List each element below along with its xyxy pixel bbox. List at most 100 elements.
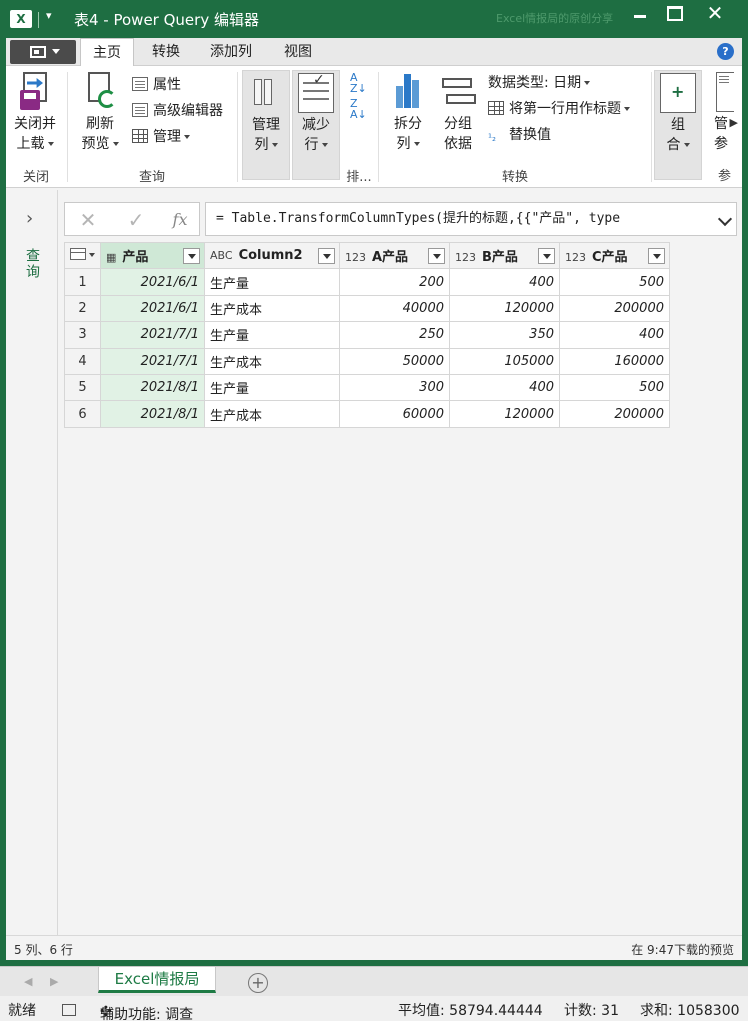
close-window-button[interactable]: ✕ [690, 0, 740, 26]
tab-view[interactable]: 视图 [272, 38, 324, 66]
sheet-next-icon[interactable]: ▶ [50, 975, 58, 988]
maximize-button[interactable] [654, 0, 694, 26]
table-row[interactable]: 3 2021/7/1 生产量 250 350 400 [64, 321, 670, 349]
table-row[interactable]: 2 2021/6/1 生产成本 40000 120000 200000 [64, 294, 670, 323]
table-cell[interactable]: 60000 [339, 400, 450, 428]
advanced-editor-button[interactable]: 高级编辑器 [132, 100, 223, 122]
properties-button[interactable]: 属性 [132, 74, 181, 96]
column-header-product[interactable]: ▦ 产品 [100, 241, 205, 270]
table-cell[interactable]: 400 [449, 268, 560, 296]
table-cell[interactable]: 120000 [449, 294, 560, 323]
file-menu-button[interactable] [10, 40, 76, 64]
combine-button[interactable]: 组 合 [654, 70, 702, 180]
quick-access-dropdown-icon[interactable]: ▾ [46, 9, 52, 22]
filter-dropdown-icon[interactable] [538, 248, 555, 264]
row-number[interactable]: 4 [64, 347, 101, 375]
table-cell[interactable]: 生产量 [204, 268, 340, 296]
table-cell[interactable]: 120000 [449, 400, 560, 428]
chevron-right-icon[interactable]: › [26, 208, 33, 229]
ribbon-scroll-right-icon[interactable]: ▶ [730, 116, 738, 129]
fx-icon[interactable]: fx [165, 207, 195, 233]
number-type-icon[interactable]: 123 [345, 251, 366, 264]
filter-dropdown-icon[interactable] [318, 248, 335, 264]
table-cell[interactable]: 40000 [339, 294, 450, 323]
table-cell[interactable]: 2021/7/1 [100, 347, 205, 375]
group-by-button[interactable]: 分组 依据 [436, 72, 480, 154]
table-cell[interactable]: 200000 [559, 400, 670, 428]
row-number[interactable]: 6 [64, 400, 101, 428]
table-cell[interactable]: 500 [559, 268, 670, 296]
tab-home[interactable]: 主页 [80, 38, 134, 67]
date-type-icon[interactable]: ▦ [106, 251, 116, 264]
row-number[interactable]: 3 [64, 321, 101, 349]
commit-icon[interactable]: ✓ [121, 207, 151, 233]
help-icon[interactable]: ? [717, 43, 734, 60]
reduce-rows-button[interactable]: 减少 行 [292, 70, 340, 180]
cancel-icon[interactable]: ✕ [73, 207, 103, 233]
data-type-dropdown[interactable]: 数据类型: 日期 [488, 72, 591, 94]
formula-input[interactable]: = Table.TransformColumnTypes(提升的标题,{{"产品… [205, 202, 737, 236]
table-cell[interactable]: 生产量 [204, 321, 340, 349]
tab-add-column[interactable]: 添加列 [198, 38, 264, 66]
manage-columns-label-2: 列 [254, 137, 269, 153]
split-column-button[interactable]: 拆分 列 [386, 72, 430, 154]
number-type-icon[interactable]: 123 [455, 251, 476, 264]
manage-columns-button[interactable]: 管理 列 [242, 70, 290, 180]
group-transform-label: 转换 [501, 170, 528, 185]
table-cell[interactable]: 50000 [339, 347, 450, 375]
sheet-tab[interactable]: Excel情报局 [98, 967, 216, 993]
table-cell[interactable]: 400 [449, 373, 560, 402]
table-cell[interactable]: 350 [449, 321, 560, 349]
table-row[interactable]: 4 2021/7/1 生产成本 50000 105000 160000 [64, 347, 670, 375]
table-cell[interactable]: 2021/6/1 [100, 294, 205, 323]
queries-pane-label[interactable]: 查询 [22, 248, 42, 280]
row-number[interactable]: 2 [64, 294, 101, 323]
table-row[interactable]: 5 2021/8/1 生产量 300 400 500 [64, 373, 670, 402]
sheet-prev-icon[interactable]: ◀ [24, 975, 32, 988]
number-type-icon[interactable]: 123 [565, 251, 586, 264]
table-cell[interactable]: 400 [559, 321, 670, 349]
filter-dropdown-icon[interactable] [648, 248, 665, 264]
column-header-column2[interactable]: ABC Column2 [204, 241, 340, 270]
table-cell[interactable]: 生产成本 [204, 294, 340, 323]
column-header-a-product[interactable]: 123 A产品 [339, 241, 450, 270]
close-and-load-button[interactable]: 关闭并 上载 [8, 72, 62, 154]
table-corner-menu[interactable] [64, 241, 101, 270]
text-type-icon[interactable]: ABC [210, 249, 233, 262]
table-cell[interactable]: 生产成本 [204, 400, 340, 428]
table-row[interactable]: 6 2021/8/1 生产成本 60000 120000 200000 [64, 400, 670, 428]
excel-app-icon[interactable]: X [10, 10, 32, 28]
table-cell[interactable]: 250 [339, 321, 450, 349]
close-and-load-icon [17, 72, 53, 112]
table-cell[interactable]: 160000 [559, 347, 670, 375]
table-cell[interactable]: 2021/8/1 [100, 400, 205, 428]
use-first-row-header-button[interactable]: 将第一行用作标题 [488, 98, 630, 120]
refresh-preview-button[interactable]: 刷新 预览 [72, 72, 128, 154]
table-cell[interactable]: 2021/6/1 [100, 268, 205, 296]
manage-query-button[interactable]: 管理 [132, 126, 190, 148]
table-row[interactable]: 1 2021/6/1 生产量 200 400 500 [64, 268, 670, 296]
table-cell[interactable]: 2021/8/1 [100, 373, 205, 402]
table-cell[interactable]: 生产量 [204, 373, 340, 402]
column-header-c-product[interactable]: 123 C产品 [559, 241, 670, 270]
manage-parameters-button[interactable]: 管 参 [708, 72, 734, 154]
table-cell[interactable]: 200 [339, 268, 450, 296]
table-cell[interactable]: 2021/7/1 [100, 321, 205, 349]
filter-dropdown-icon[interactable] [428, 248, 445, 264]
table-cell[interactable]: 105000 [449, 347, 560, 375]
sort-ascending-icon[interactable]: A Z↓ [350, 72, 367, 94]
sort-descending-icon[interactable]: Z A↓ [350, 98, 367, 120]
filter-dropdown-icon[interactable] [183, 248, 200, 264]
column-header-b-product[interactable]: 123 B产品 [449, 241, 560, 270]
add-sheet-button[interactable]: + [248, 973, 268, 993]
split-column-label-2: 列 [396, 136, 411, 152]
row-number[interactable]: 1 [64, 268, 101, 296]
row-number[interactable]: 5 [64, 373, 101, 402]
table-cell[interactable]: 500 [559, 373, 670, 402]
table-cell[interactable]: 200000 [559, 294, 670, 323]
table-cell[interactable]: 300 [339, 373, 450, 402]
tab-transform[interactable]: 转换 [140, 38, 192, 66]
table-cell[interactable]: 生产成本 [204, 347, 340, 375]
chevron-down-icon[interactable] [717, 211, 733, 227]
replace-values-button[interactable]: ¹₂ 替换值 [488, 124, 551, 146]
